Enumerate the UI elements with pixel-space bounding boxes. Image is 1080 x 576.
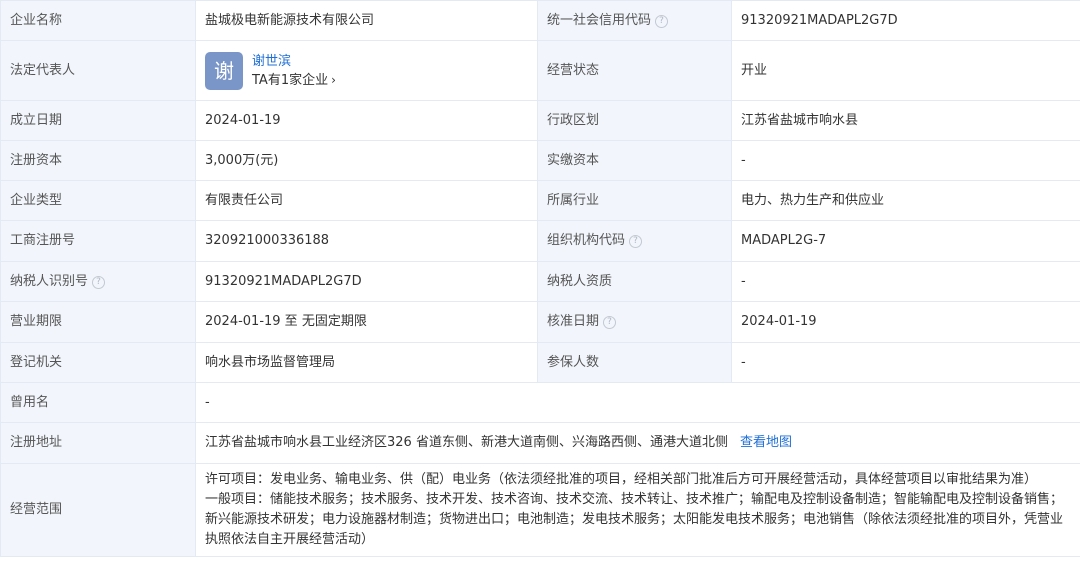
insured-count-value: - — [731, 342, 1080, 383]
legal-rep-name-link[interactable]: 谢世滨 — [252, 52, 336, 71]
taxpayer-qualification-label: 纳税人资质 — [537, 261, 732, 302]
business-term-label: 营业期限 — [0, 301, 196, 343]
industry-label: 所属行业 — [537, 180, 732, 221]
avatar[interactable]: 谢 — [205, 51, 243, 90]
legal-rep-label: 法定代表人 — [0, 40, 196, 101]
company-type-value: 有限责任公司 — [195, 180, 538, 221]
table-row: 注册资本 3,000万(元) 实缴资本 - — [0, 140, 1080, 181]
registration-number-label: 工商注册号 — [0, 220, 196, 262]
table-row: 曾用名 - — [0, 382, 1080, 423]
help-icon[interactable]: ? — [603, 316, 617, 329]
company-name-value: 盐城极电新能源技术有限公司 — [195, 0, 538, 41]
credit-code-value: 91320921MADAPL2G7D — [731, 0, 1080, 41]
company-name-label: 企业名称 — [0, 0, 196, 41]
paid-capital-value: - — [731, 140, 1080, 181]
business-status-label: 经营状态 — [537, 40, 732, 101]
paid-capital-label: 实缴资本 — [537, 140, 732, 181]
established-date-label: 成立日期 — [0, 100, 196, 141]
registered-capital-value: 3,000万(元) — [195, 140, 538, 181]
table-row: 营业期限 2024-01-19 至 无固定期限 核准日期? 2024-01-19 — [0, 301, 1080, 343]
industry-value: 电力、热力生产和供应业 — [731, 180, 1080, 221]
business-term-value: 2024-01-19 至 无固定期限 — [195, 301, 538, 343]
table-row: 工商注册号 320921000336188 组织机构代码? MADAPL2G-7 — [0, 220, 1080, 262]
table-row: 法定代表人 谢 谢世滨 TA有1家企业 › 经营状态 开业 — [0, 40, 1080, 101]
registration-number-value: 320921000336188 — [195, 220, 538, 262]
former-name-value: - — [195, 382, 1080, 423]
registration-authority-value: 响水县市场监督管理局 — [195, 342, 538, 383]
table-row: 注册地址 江苏省盐城市响水县工业经济区326 省道东侧、新港大道南侧、兴海路西侧… — [0, 422, 1080, 464]
address-value: 江苏省盐城市响水县工业经济区326 省道东侧、新港大道南侧、兴海路西侧、通港大道… — [195, 422, 1080, 464]
insured-count-label: 参保人数 — [537, 342, 732, 383]
registered-capital-label: 注册资本 — [0, 140, 196, 181]
table-row: 登记机关 响水县市场监督管理局 参保人数 - — [0, 342, 1080, 383]
registration-authority-label: 登记机关 — [0, 342, 196, 383]
address-label: 注册地址 — [0, 422, 196, 464]
taxpayer-qualification-value: - — [731, 261, 1080, 302]
admin-division-value: 江苏省盐城市响水县 — [731, 100, 1080, 141]
org-code-label: 组织机构代码? — [537, 220, 732, 262]
chevron-right-icon: › — [331, 72, 336, 87]
legal-rep-value: 谢 谢世滨 TA有1家企业 › — [195, 40, 538, 101]
company-info-table: 企业名称 盐城极电新能源技术有限公司 统一社会信用代码? 91320921MAD… — [0, 0, 1080, 557]
approval-date-value: 2024-01-19 — [731, 301, 1080, 343]
former-name-label: 曾用名 — [0, 382, 196, 423]
table-row: 企业名称 盐城极电新能源技术有限公司 统一社会信用代码? 91320921MAD… — [0, 0, 1080, 41]
org-code-value: MADAPL2G-7 — [731, 220, 1080, 262]
general-scope-text: 一般项目：储能技术服务；技术服务、技术开发、技术咨询、技术交流、技术转让、技术推… — [205, 492, 1064, 547]
help-icon[interactable]: ? — [655, 14, 669, 28]
taxpayer-id-label: 纳税人识别号? — [0, 261, 196, 302]
company-type-label: 企业类型 — [0, 180, 196, 221]
business-scope-value: 许可项目：发电业务、输电业务、供（配）电业务（依法须经批准的项目，经相关部门批准… — [195, 463, 1080, 557]
help-icon[interactable]: ? — [92, 275, 106, 289]
approval-date-label: 核准日期? — [537, 301, 732, 343]
table-row: 纳税人识别号? 91320921MADAPL2G7D 纳税人资质 - — [0, 261, 1080, 302]
business-scope-label: 经营范围 — [0, 463, 196, 557]
view-map-link[interactable]: 查看地图 — [740, 435, 792, 450]
legal-rep-companies-link[interactable]: TA有1家企业 › — [252, 71, 336, 90]
table-row: 经营范围 许可项目：发电业务、输电业务、供（配）电业务（依法须经批准的项目，经相… — [0, 463, 1080, 557]
table-row: 成立日期 2024-01-19 行政区划 江苏省盐城市响水县 — [0, 100, 1080, 141]
licensed-scope-text: 许可项目：发电业务、输电业务、供（配）电业务（依法须经批准的项目，经相关部门批准… — [205, 472, 1038, 487]
admin-division-label: 行政区划 — [537, 100, 732, 141]
table-row: 企业类型 有限责任公司 所属行业 电力、热力生产和供应业 — [0, 180, 1080, 221]
help-icon[interactable]: ? — [629, 235, 643, 248]
taxpayer-id-value: 91320921MADAPL2G7D — [195, 261, 538, 302]
established-date-value: 2024-01-19 — [195, 100, 538, 141]
credit-code-label: 统一社会信用代码? — [537, 0, 732, 41]
business-status-value: 开业 — [731, 40, 1080, 101]
